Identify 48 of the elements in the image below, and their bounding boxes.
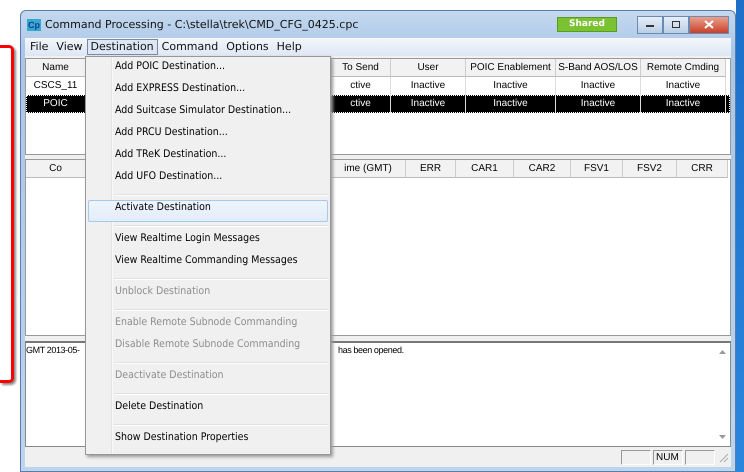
column-header[interactable]: CAR2 [514, 160, 571, 178]
column-header[interactable]: ERR [406, 160, 456, 178]
column-header[interactable]: Remote Cmding [641, 58, 726, 77]
menu-item[interactable]: Activate Destination [88, 200, 328, 222]
menu-bar-item[interactable]: Help [272, 38, 306, 55]
close-button[interactable] [689, 16, 729, 34]
column-header[interactable]: FSV1 [571, 160, 623, 178]
column-header[interactable]: User [391, 58, 466, 77]
menu-bar-item[interactable]: File [26, 38, 52, 55]
menu-item[interactable]: Add UFO Destination... [88, 169, 328, 191]
menu-item[interactable]: Add PRCU Destination... [88, 125, 328, 147]
column-header[interactable]: S-Band AOS/LOS [556, 58, 641, 77]
window-title: Command Processing - C:\stella\trek\CMD_CFG_0425.cpc [45, 18, 358, 31]
scroll-down-icon[interactable] [718, 434, 726, 440]
maximize-icon [670, 20, 682, 28]
column-header[interactable]: To Send [331, 58, 391, 77]
status-pane: NUM [653, 450, 683, 465]
column-header[interactable]: ime (GMT) [331, 160, 406, 178]
resize-grip-icon[interactable] [717, 451, 729, 464]
maximize-button[interactable] [663, 16, 689, 34]
column-header[interactable]: CAR1 [456, 160, 514, 178]
log-text: GMT 2013-05- [26, 344, 81, 355]
shared-badge: Shared [557, 17, 617, 32]
menu-bar-item[interactable]: Command [158, 38, 222, 55]
close-icon [703, 20, 715, 29]
table-cell: Inactive [556, 94, 641, 113]
menu-item[interactable]: Add TReK Destination... [88, 147, 328, 169]
app-icon: Cp [27, 18, 41, 30]
status-pane [621, 450, 651, 465]
table-cell: Inactive [391, 94, 466, 113]
status-pane [685, 450, 715, 465]
menu-bar-item[interactable]: View [52, 38, 87, 55]
table-cell: Inactive [466, 94, 556, 113]
menu-item[interactable]: Delete Destination [88, 399, 328, 421]
menu-item[interactable]: View Realtime Commanding Messages [88, 253, 328, 275]
menu-bar-item[interactable]: Destination [86, 38, 158, 55]
table-cell: Inactive [641, 94, 726, 113]
menu-bar-item[interactable]: Options [222, 38, 273, 55]
log-text: has been opened. [338, 344, 404, 355]
column-header[interactable]: FSV2 [623, 160, 677, 178]
column-header[interactable]: Name [26, 58, 86, 77]
menu-item[interactable]: View Realtime Login Messages [88, 231, 328, 253]
column-header[interactable]: POIC Enablement [466, 58, 556, 77]
scroll-up-icon[interactable] [718, 348, 726, 355]
menu-item[interactable]: Show Destination Properties [88, 430, 328, 452]
column-header[interactable]: CRR [677, 160, 728, 178]
minimize-button[interactable] [637, 16, 663, 34]
column-header[interactable]: Co [26, 160, 86, 178]
